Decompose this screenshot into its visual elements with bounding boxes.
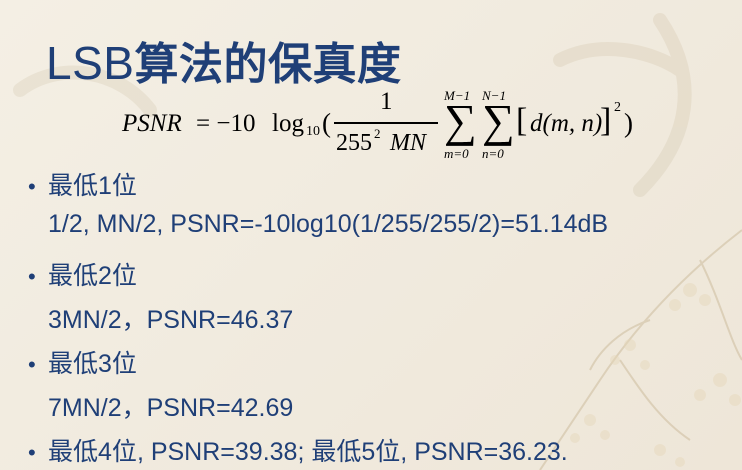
bullet-inline-result: , PSNR=39.38;	[136, 438, 305, 466]
sum2-lower: n=0	[482, 146, 504, 161]
bullet-label-cn: 最低	[48, 349, 99, 378]
bracket-open: [	[516, 102, 528, 139]
bullet-heading: • 最低2位	[28, 256, 137, 292]
formula-lhs: PSNR	[122, 110, 182, 137]
fraction-bar	[334, 122, 438, 124]
formula-square: 2	[614, 100, 621, 115]
formula-term: d(m, n)	[530, 110, 603, 137]
bullet-label-num: 1	[98, 172, 112, 200]
formula-equals-minus: = −10	[196, 110, 256, 137]
bullet-inline-result: , PSNR=36.23.	[400, 438, 568, 466]
bullet-icon: •	[28, 174, 36, 199]
bullet-heading: • 最低1位	[28, 166, 137, 202]
bullet-label-num: 3	[98, 350, 112, 378]
bullet-label-cn: 最低	[48, 171, 99, 200]
bullet-heading: • 最低3位	[28, 344, 137, 380]
sum1-lower: m=0	[444, 146, 469, 161]
title-latin: LSB	[46, 37, 135, 89]
bullet-label-suffix: 位	[111, 437, 137, 466]
bullet-detail: 3MN/2，PSNR=46.37	[48, 306, 294, 334]
bullet-label-suffix: 位	[111, 171, 137, 200]
bullet-icon: •	[28, 352, 36, 377]
formula-open-paren: (	[322, 108, 331, 138]
slide-title: LSB算法的保真度	[46, 28, 401, 92]
formula-log: log	[272, 110, 304, 137]
formula-log-base: 10	[306, 124, 320, 139]
formula-denominator-exp: 2	[374, 126, 381, 141]
bullet-last-line: • 最低4位, PSNR=39.38; 最低5位, PSNR=36.23.	[28, 432, 568, 468]
bullet-label-cn: 最低	[48, 261, 99, 290]
bracket-close: ]	[600, 102, 612, 139]
bullet-icon: •	[28, 440, 36, 465]
bullet-icon: •	[28, 264, 36, 289]
formula-numerator: 1	[380, 88, 393, 115]
psnr-formula: PSNR = −10 log 10 ( 1 255 2 MN M−1 ∑ m=0…	[122, 88, 662, 164]
formula-denominator-tail: MN	[390, 130, 426, 156]
bullet-detail: 7MN/2，PSNR=42.69	[48, 394, 294, 422]
formula-close-paren: )	[624, 108, 633, 138]
bullet-detail: 1/2, MN/2, PSNR=-10log10(1/255/255/2)=51…	[48, 210, 609, 238]
bullet-label-cn: 最低	[48, 437, 99, 466]
bullet-label-cn: 最低	[311, 437, 362, 466]
sigma-icon: ∑	[444, 95, 477, 146]
bullet-label-num: 5	[361, 438, 376, 466]
bullet-label-num: 4	[98, 438, 112, 466]
formula-denominator-base: 255	[336, 130, 372, 156]
bullet-label-suffix: 位	[375, 437, 401, 466]
title-chinese: 算法的保真度	[134, 39, 402, 90]
bullet-label-num: 2	[98, 262, 112, 290]
bullet-label-suffix: 位	[111, 349, 137, 378]
sigma-icon: ∑	[482, 95, 515, 146]
bullet-label-suffix: 位	[111, 261, 137, 290]
